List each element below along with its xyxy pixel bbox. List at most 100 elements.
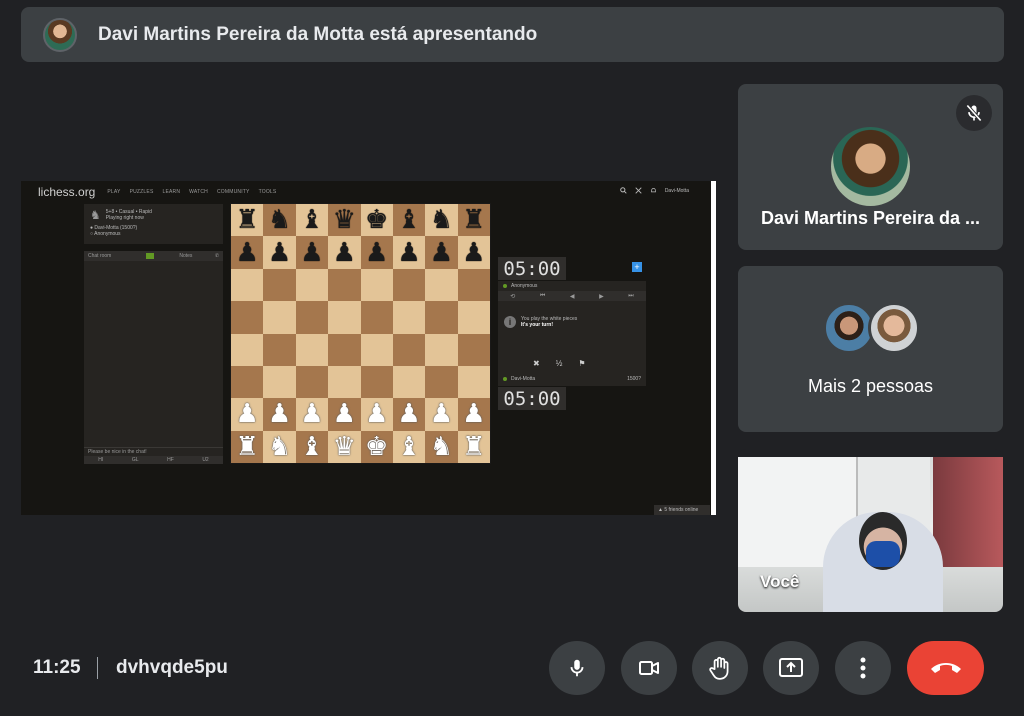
menu-community[interactable]: COMMUNITY	[217, 189, 250, 195]
board-square[interactable]	[392, 365, 426, 399]
board-square[interactable]: ♞	[263, 430, 296, 463]
board-square[interactable]: ♚	[360, 204, 393, 237]
black-piece[interactable]: ♟	[430, 240, 453, 266]
draw-button[interactable]: ½	[556, 359, 563, 368]
menu-play[interactable]: PLAY	[107, 189, 120, 195]
board-square[interactable]	[457, 301, 490, 334]
board-square[interactable]: ♟	[392, 236, 426, 269]
board-square[interactable]	[263, 333, 296, 366]
board-square[interactable]	[328, 365, 361, 399]
quick-hi[interactable]: HI	[98, 457, 103, 463]
quick-hf[interactable]: HF	[167, 457, 174, 463]
white-piece[interactable]: ♟	[300, 401, 323, 427]
black-piece[interactable]: ♝	[397, 207, 420, 233]
black-piece[interactable]: ♞	[268, 207, 291, 233]
tile-presenter[interactable]: Davi Martins Pereira da ...	[738, 84, 1003, 250]
white-piece[interactable]: ♛	[333, 434, 356, 460]
board-square[interactable]: ♚	[360, 430, 393, 463]
black-piece[interactable]: ♜	[462, 207, 485, 233]
board-square[interactable]: ♜	[457, 204, 490, 237]
board-square[interactable]: ♞	[425, 204, 458, 237]
board-square[interactable]: ♟	[457, 398, 490, 431]
more-options-button[interactable]	[835, 641, 891, 695]
board-square[interactable]: ♝	[392, 430, 426, 463]
board-square[interactable]	[328, 333, 361, 366]
board-square[interactable]	[263, 268, 296, 302]
board-square[interactable]	[457, 268, 490, 302]
white-piece[interactable]: ♟	[397, 401, 420, 427]
quick-gl[interactable]: GL	[132, 457, 139, 463]
board-square[interactable]: ♝	[295, 204, 329, 237]
menu-tools[interactable]: TOOLS	[259, 189, 277, 195]
tab-notes[interactable]: Notes	[157, 253, 215, 259]
raise-hand-button[interactable]	[692, 641, 748, 695]
board-square[interactable]: ♛	[328, 430, 361, 463]
next-move-icon[interactable]: ▶	[599, 293, 604, 300]
white-piece[interactable]: ♜	[462, 434, 485, 460]
board-square[interactable]	[263, 365, 296, 399]
first-move-icon[interactable]: ⏮	[540, 293, 545, 300]
board-square[interactable]: ♟	[295, 236, 329, 269]
board-square[interactable]	[328, 301, 361, 334]
black-piece[interactable]: ♟	[236, 240, 259, 266]
board-square[interactable]	[231, 365, 264, 399]
board-square[interactable]: ♟	[295, 398, 329, 431]
black-piece[interactable]: ♜	[236, 207, 259, 233]
add-time-icon[interactable]: +	[632, 262, 642, 272]
prev-move-icon[interactable]: ◀	[570, 293, 575, 300]
quick-u2[interactable]: U2	[202, 457, 208, 463]
board-square[interactable]	[231, 333, 264, 366]
board-square[interactable]: ♟	[231, 398, 264, 431]
board-square[interactable]: ♟	[328, 398, 361, 431]
white-piece[interactable]: ♝	[300, 434, 323, 460]
board-square[interactable]	[360, 268, 393, 302]
resign-flag-icon[interactable]: ⚑	[578, 359, 585, 368]
white-piece[interactable]: ♟	[365, 401, 388, 427]
black-piece[interactable]: ♟	[300, 240, 323, 266]
white-piece[interactable]: ♜	[236, 434, 259, 460]
lichess-logo[interactable]: lichess.org	[38, 185, 95, 199]
white-piece[interactable]: ♟	[268, 401, 291, 427]
tab-chat-room[interactable]: Chat room	[88, 253, 146, 259]
end-call-button[interactable]	[907, 641, 984, 695]
white-piece[interactable]: ♟	[430, 401, 453, 427]
white-piece[interactable]: ♟	[236, 401, 259, 427]
last-move-icon[interactable]: ⏭	[628, 293, 633, 300]
mic-button[interactable]	[549, 641, 605, 695]
board-square[interactable]	[231, 301, 264, 334]
flip-icon[interactable]: ⟲	[510, 293, 515, 300]
board-square[interactable]: ♟	[263, 398, 296, 431]
board-square[interactable]: ♞	[425, 430, 458, 463]
menu-learn[interactable]: LEARN	[162, 189, 180, 195]
board-square[interactable]	[360, 301, 393, 334]
board-square[interactable]	[425, 301, 458, 334]
board-square[interactable]: ♟	[263, 236, 296, 269]
black-piece[interactable]: ♟	[462, 240, 485, 266]
camera-button[interactable]	[621, 641, 677, 695]
board-square[interactable]	[328, 268, 361, 302]
board-square[interactable]	[392, 333, 426, 366]
white-piece[interactable]: ♞	[268, 434, 291, 460]
black-piece[interactable]: ♝	[300, 207, 323, 233]
white-piece[interactable]: ♞	[430, 434, 453, 460]
board-square[interactable]: ♞	[263, 204, 296, 237]
board-square[interactable]	[425, 365, 458, 399]
present-button[interactable]	[763, 641, 819, 695]
board-square[interactable]: ♟	[360, 236, 393, 269]
phone-icon[interactable]: ✆	[215, 253, 219, 259]
menu-puzzles[interactable]: PUZZLES	[130, 189, 154, 195]
board-square[interactable]	[295, 333, 329, 366]
board-square[interactable]: ♟	[392, 398, 426, 431]
board-square[interactable]: ♝	[392, 204, 426, 237]
board-square[interactable]	[295, 301, 329, 334]
abort-icon[interactable]: ✖	[533, 359, 540, 368]
board-square[interactable]: ♝	[295, 430, 329, 463]
menu-watch[interactable]: WATCH	[189, 189, 208, 195]
board-square[interactable]	[295, 268, 329, 302]
black-piece[interactable]: ♟	[397, 240, 420, 266]
black-piece[interactable]: ♚	[365, 207, 388, 233]
board-square[interactable]	[360, 365, 393, 399]
board-square[interactable]	[295, 365, 329, 399]
board-square[interactable]	[425, 333, 458, 366]
board-square[interactable]: ♛	[328, 204, 361, 237]
